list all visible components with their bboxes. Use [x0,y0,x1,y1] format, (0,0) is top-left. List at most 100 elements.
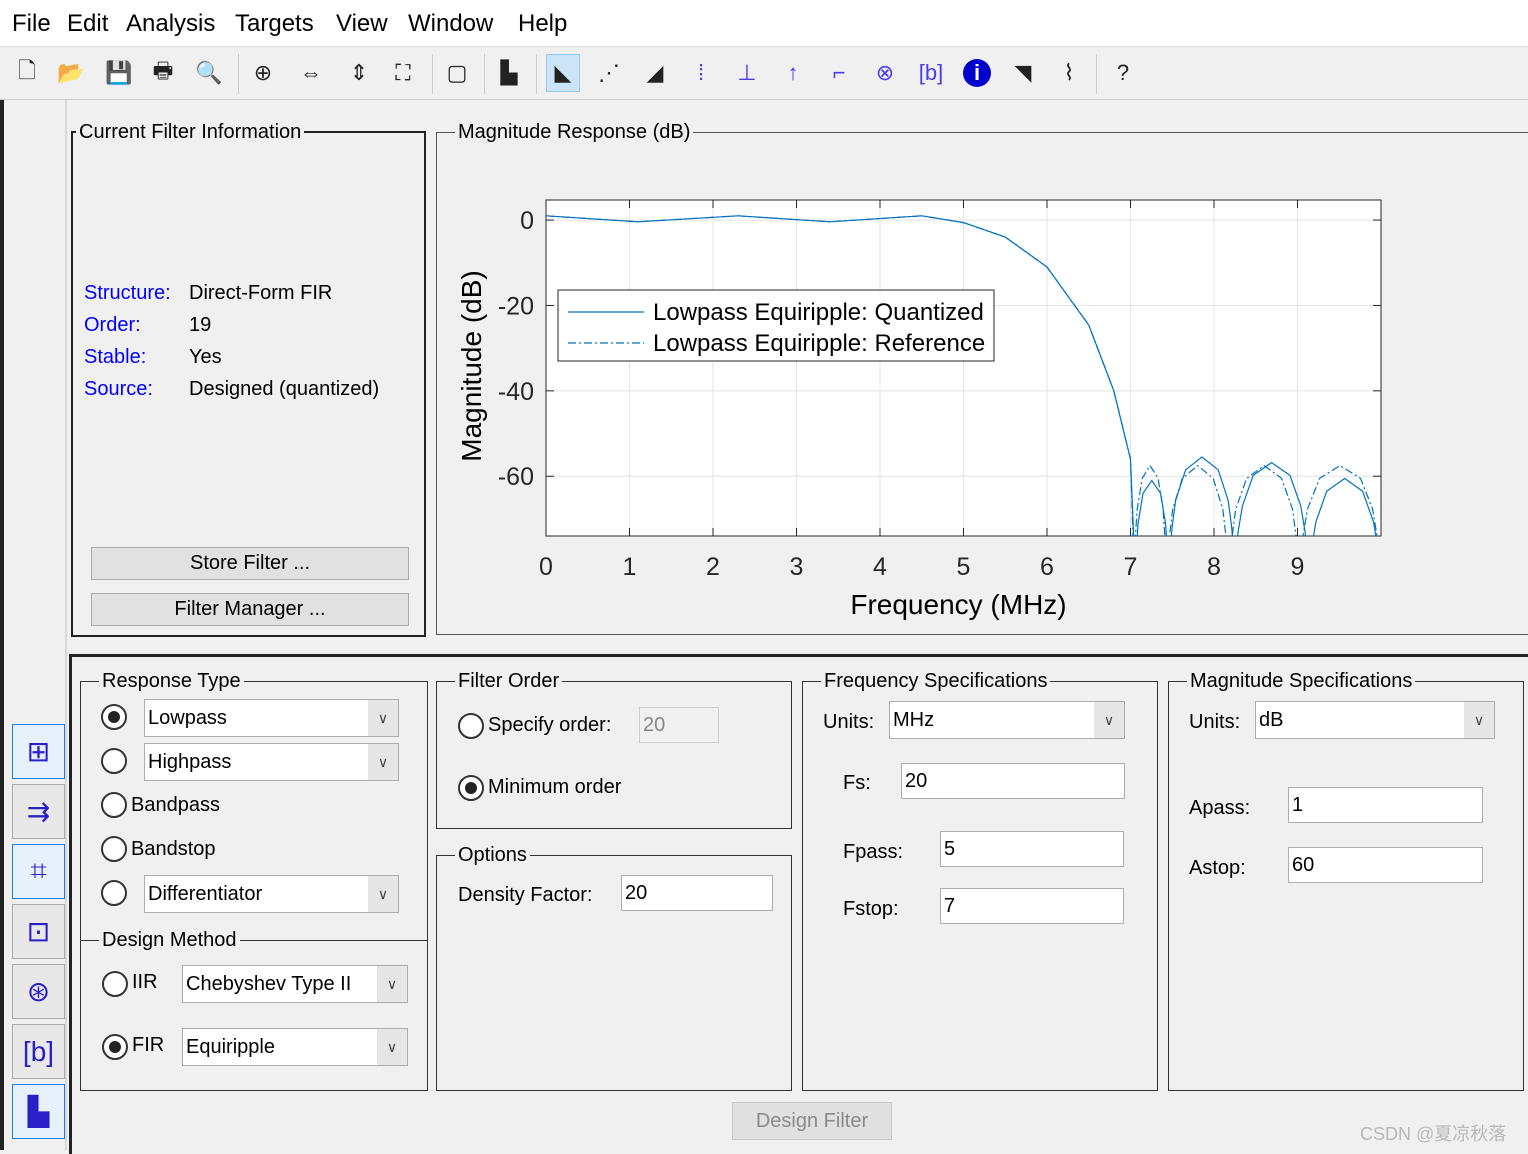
order-value: 19 [189,314,212,336]
toolbar-separator [484,54,485,94]
magnitude-estimate-icon: ◥ [1014,60,1032,85]
fir-label: FIR [132,1034,165,1056]
astop-input[interactable]: 60 [1288,847,1483,883]
mag-units-select[interactable]: dB ∨ [1255,701,1495,739]
filter-coefficients-button[interactable]: [b] [914,54,948,92]
specify-order-input[interactable]: 20 [639,707,719,743]
radio-bandpass[interactable] [101,792,127,818]
print-preview-icon: 🔍 [195,60,223,85]
specify-order-radio[interactable] [458,713,484,739]
store-filter-button[interactable]: Store Filter ... [91,547,409,580]
fs-label: Fs: [843,772,871,794]
minimum-order-radio[interactable] [458,775,484,801]
realize-model-button[interactable]: ⊡ [12,904,65,959]
magnitude-response-icon: ◣ [554,60,572,85]
step-response-button[interactable]: ⌐ [822,54,856,92]
round-off-noise-button[interactable]: ⌇ [1052,54,1086,92]
menu-edit[interactable]: Edit [67,10,108,38]
apass-input[interactable]: 1 [1288,787,1483,823]
options-group: Options Density Factor: 20 [436,844,792,1091]
differentiator-select[interactable]: Differentiator ∨ [144,875,399,913]
print-preview-button[interactable]: 🔍 [192,54,226,92]
new-figure-icon: ▢ [446,60,468,85]
convert-structure-icon: ⇉ [26,796,51,827]
magnitude-phase-icon: ◢ [646,60,664,85]
radio-differentiator[interactable] [101,880,127,906]
impulse-response-button[interactable]: ↑ [776,54,810,92]
filter-specs-icon: ▙ [500,60,518,85]
magnitude-estimate-button[interactable]: ◥ [1006,54,1040,92]
pole-zero-button[interactable]: ⊗ [868,54,902,92]
zoom-x-button[interactable]: ⇔ [294,54,328,92]
window-edge [0,100,4,1150]
design-filter-button[interactable]: ▙ [12,1084,65,1139]
order-label: Order: [84,314,141,336]
y-tick-label: 0 [520,207,534,235]
iir-method-select[interactable]: Chebyshev Type II ∨ [182,965,408,1003]
phase-delay-button[interactable]: ⊥ [730,54,764,92]
fstop-label: Fstop: [843,898,899,920]
astop-label: Astop: [1189,857,1246,879]
radio-bandstop[interactable] [101,836,127,862]
filter-order-title: Filter Order [455,670,563,693]
density-factor-input[interactable]: 20 [621,875,773,911]
magnitude-phase-button[interactable]: ◢ [638,54,672,92]
fpass-input[interactable]: 5 [940,831,1124,867]
pole-zero-editor-button[interactable]: ⊛ [12,964,65,1019]
phase-delay-icon: ⊥ [737,60,757,85]
radio-lowpass[interactable] [101,704,127,730]
magnitude-response-button[interactable]: ◣ [546,54,580,92]
import-filter-button[interactable]: [b] [12,1024,65,1079]
iir-radio[interactable] [102,971,128,997]
iir-method-value: Chebyshev Type II [186,972,352,995]
set-quantization-button[interactable]: ⌗ [12,844,65,899]
toolbar-separator [238,54,239,94]
filter-specs-button[interactable]: ▙ [492,54,526,92]
x-tick-label: 4 [873,553,887,581]
response-type-title: Response Type [99,670,244,693]
menu-help[interactable]: Help [518,10,567,38]
fir-method-select[interactable]: Equiripple ∨ [182,1028,408,1066]
print-button[interactable]: 🖶 [146,54,180,92]
options-title: Options [455,844,530,867]
menu-window[interactable]: Window [408,10,493,38]
response-type-value: Highpass [148,750,232,773]
fir-radio[interactable] [102,1034,128,1060]
frequency-specs-title: Frequency Specifications [821,670,1051,693]
radio-highpass[interactable] [101,748,127,774]
convert-structure-button[interactable]: ⇉ [12,784,65,839]
menu-analysis[interactable]: Analysis [126,10,215,38]
save-button[interactable]: 💾 [102,54,136,92]
filter-info-button[interactable]: i [960,54,994,92]
transform-filter-button[interactable]: ⊞ [12,724,65,779]
x-tick-label: 6 [1040,553,1054,581]
round-off-noise-icon: ⌇ [1063,60,1075,85]
new-figure-button[interactable]: ▢ [440,54,474,92]
density-factor-label: Density Factor: [458,884,593,906]
pole-zero-icon: ⊗ [875,60,895,85]
open-button[interactable]: 📂 [54,54,88,92]
freq-units-select[interactable]: MHz ∨ [889,701,1125,739]
legend-label: Lowpass Equiripple: Reference [653,330,985,357]
highpass-select[interactable]: Highpass ∨ [144,743,399,781]
design-filter-button[interactable]: Design Filter [732,1102,892,1140]
whats-this-button[interactable]: ? [1106,54,1140,92]
full-view-button[interactable]: ⛶ [386,54,420,92]
filter-manager-button[interactable]: Filter Manager ... [91,593,409,626]
zoom-y-button[interactable]: ⇕ [342,54,376,92]
zoom-in-button[interactable]: ⊕ [246,54,280,92]
fs-input[interactable]: 20 [901,763,1125,799]
phase-response-button[interactable]: ⋰ [592,54,626,92]
group-delay-button[interactable]: ⁞ [684,54,718,92]
menu-bar: File Edit Analysis Targets View Window H… [0,0,1528,47]
menu-targets[interactable]: Targets [235,10,314,38]
menu-view[interactable]: View [336,10,388,38]
fstop-input[interactable]: 7 [940,888,1124,924]
toolbar: 🗋 📂 💾 🖶 🔍 ⊕ ⇔ ⇕ ⛶ ▢ ▙ ◣ ⋰ ◢ ⁞ ⊥ ↑ ⌐ ⊗ [b] i ◥ ⌇? [0,48,1528,100]
mag-units-label: Units: [1189,711,1241,733]
lowpass-select[interactable]: Lowpass ∨ [144,699,399,737]
menu-file[interactable]: File [12,10,51,38]
chevron-down-icon: ∨ [377,1029,407,1065]
new-button[interactable]: 🗋 [10,54,44,92]
zoom-y-icon: ⇕ [349,60,369,85]
